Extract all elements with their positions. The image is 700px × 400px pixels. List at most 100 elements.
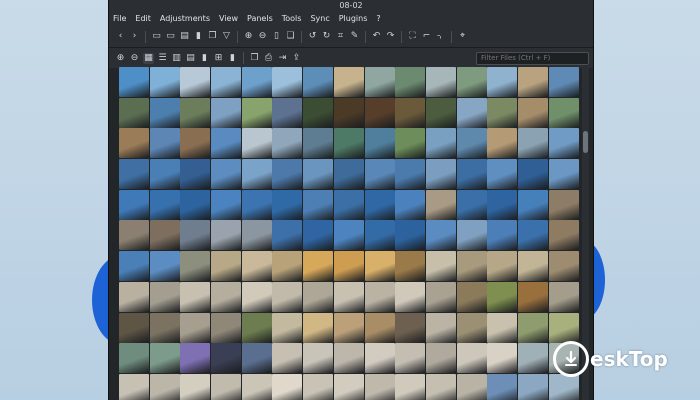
photo-thumbnail[interactable] [180, 67, 211, 97]
photo-thumbnail[interactable] [487, 312, 518, 343]
photo-thumbnail[interactable] [119, 343, 149, 374]
photo-thumbnail[interactable] [119, 97, 149, 128]
photo-thumbnail[interactable] [241, 67, 272, 97]
photo-thumbnail[interactable] [149, 220, 180, 251]
photo-thumbnail[interactable] [303, 220, 334, 251]
photo-thumbnail[interactable] [548, 97, 579, 128]
photo-thumbnail[interactable] [119, 220, 149, 251]
photo-thumbnail[interactable] [456, 189, 487, 220]
photo-thumbnail[interactable] [333, 281, 364, 312]
photo-thumbnail[interactable] [364, 159, 395, 190]
photo-thumbnail[interactable] [149, 343, 180, 374]
photo-thumbnail[interactable] [149, 97, 180, 128]
photo-thumbnail[interactable] [425, 281, 456, 312]
open-folder-icon[interactable]: ▭ [165, 31, 176, 42]
copy-icon[interactable]: ❐ [249, 53, 260, 64]
photo-thumbnail[interactable] [548, 189, 579, 220]
photo-thumbnail[interactable] [517, 343, 548, 374]
filter-input[interactable] [476, 51, 589, 65]
photo-thumbnail[interactable] [333, 220, 364, 251]
photo-thumbnail[interactable] [272, 67, 303, 97]
photo-thumbnail[interactable] [517, 251, 548, 282]
photo-thumbnail[interactable] [364, 67, 395, 97]
photo-thumbnail[interactable] [211, 281, 242, 312]
photo-thumbnail[interactable] [517, 159, 548, 190]
photo-thumbnail[interactable] [425, 67, 456, 97]
photo-thumbnail[interactable] [425, 220, 456, 251]
photo-thumbnail[interactable] [333, 159, 364, 190]
photo-thumbnail[interactable] [180, 312, 211, 343]
photo-thumbnail[interactable] [487, 281, 518, 312]
photo-thumbnail[interactable] [517, 373, 548, 400]
photo-thumbnail[interactable] [395, 159, 426, 190]
photo-thumbnail[interactable] [517, 220, 548, 251]
photo-thumbnail[interactable] [211, 343, 242, 374]
photo-thumbnail[interactable] [272, 312, 303, 343]
photo-thumbnail[interactable] [211, 128, 242, 159]
photo-thumbnail[interactable] [456, 220, 487, 251]
photo-thumbnail[interactable] [364, 373, 395, 400]
photo-thumbnail[interactable] [517, 128, 548, 159]
rotate-right-icon[interactable]: ↻ [321, 31, 332, 42]
photo-thumbnail[interactable] [119, 159, 149, 190]
photo-thumbnail[interactable] [211, 251, 242, 282]
menu-item-file[interactable]: File [113, 14, 126, 23]
photo-thumbnail[interactable] [333, 343, 364, 374]
photo-thumbnail[interactable] [487, 220, 518, 251]
photo-thumbnail[interactable] [272, 189, 303, 220]
photo-thumbnail[interactable] [333, 97, 364, 128]
photo-thumbnail[interactable] [272, 128, 303, 159]
photo-thumbnail[interactable] [456, 251, 487, 282]
photo-thumbnail[interactable] [241, 343, 272, 374]
menu-item-panels[interactable]: Panels [247, 14, 273, 23]
photo-thumbnail[interactable] [395, 189, 426, 220]
zoom-out-icon[interactable]: ⊖ [129, 53, 140, 64]
photo-thumbnail[interactable] [395, 373, 426, 400]
photo-thumbnail[interactable] [180, 343, 211, 374]
trash-icon[interactable]: ▮ [193, 31, 204, 42]
menu-item-edit[interactable]: Edit [135, 14, 151, 23]
photo-thumbnail[interactable] [517, 281, 548, 312]
photo-thumbnail[interactable] [395, 281, 426, 312]
photo-thumbnail[interactable] [456, 281, 487, 312]
photo-thumbnail[interactable] [211, 97, 242, 128]
photo-thumbnail[interactable] [180, 159, 211, 190]
photo-thumbnail[interactable] [272, 373, 303, 400]
photo-thumbnail[interactable] [180, 128, 211, 159]
photo-thumbnail[interactable] [425, 97, 456, 128]
photo-thumbnail[interactable] [303, 159, 334, 190]
photo-thumbnail[interactable] [180, 251, 211, 282]
photo-thumbnail[interactable] [149, 67, 180, 97]
photo-thumbnail[interactable] [364, 281, 395, 312]
folder-icon[interactable]: ▭ [151, 31, 162, 42]
photo-thumbnail[interactable] [456, 373, 487, 400]
photo-thumbnail[interactable] [119, 281, 149, 312]
grid-view-icon[interactable]: ▦ [143, 52, 154, 64]
photo-thumbnail[interactable] [456, 67, 487, 97]
photo-thumbnail[interactable] [425, 373, 456, 400]
photo-thumbnail[interactable] [456, 312, 487, 343]
photo-thumbnail[interactable] [149, 312, 180, 343]
photo-thumbnail[interactable] [395, 220, 426, 251]
photo-thumbnail[interactable] [425, 312, 456, 343]
filmstrip-icon[interactable]: ▥ [171, 53, 182, 64]
photo-thumbnail[interactable] [395, 343, 426, 374]
photo-thumbnail[interactable] [241, 97, 272, 128]
photo-thumbnail[interactable] [119, 67, 149, 97]
photo-thumbnail[interactable] [180, 281, 211, 312]
photo-thumbnail[interactable] [487, 97, 518, 128]
photo-thumbnail[interactable] [487, 67, 518, 97]
photo-thumbnail[interactable] [119, 373, 149, 400]
photo-thumbnail[interactable] [487, 373, 518, 400]
photo-thumbnail[interactable] [272, 281, 303, 312]
photo-thumbnail[interactable] [517, 97, 548, 128]
forward-icon[interactable]: › [129, 31, 140, 42]
photo-thumbnail[interactable] [211, 189, 242, 220]
photo-thumbnail[interactable] [395, 251, 426, 282]
photo-thumbnail[interactable] [548, 373, 579, 400]
document-icon[interactable]: ▯ [271, 31, 282, 42]
menu-item-sync[interactable]: Sync [310, 14, 329, 23]
photo-thumbnail[interactable] [303, 189, 334, 220]
bracket-icon[interactable]: ⌍ [435, 31, 446, 42]
photo-thumbnail[interactable] [180, 373, 211, 400]
